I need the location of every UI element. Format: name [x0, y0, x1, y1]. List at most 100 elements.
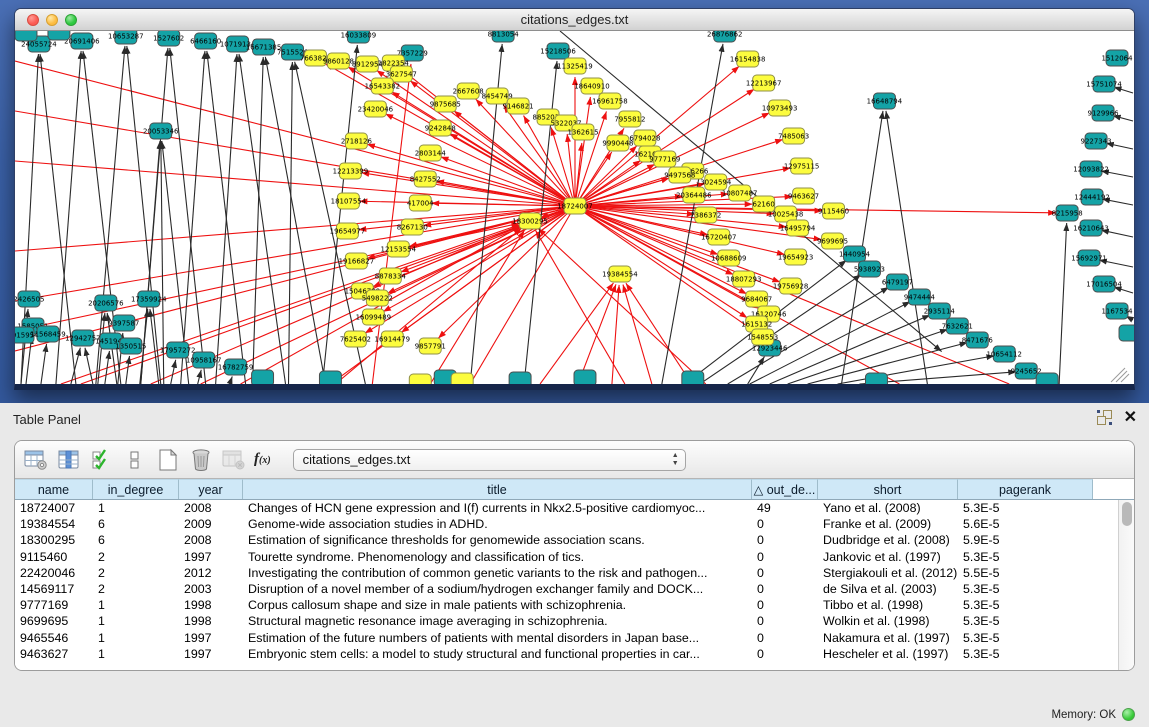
cell-title[interactable]: Estimation of the future numbers of pati…	[243, 630, 752, 646]
cell-short[interactable]: Nakamura et al. (1997)	[818, 630, 958, 646]
column-header-out_de[interactable]: △ out_de...	[752, 479, 818, 499]
function-builder-icon[interactable]: f(x)	[254, 451, 271, 468]
cell-pagerank[interactable]: 5.5E-5	[958, 565, 1093, 581]
cell-in_degree[interactable]: 1	[93, 500, 179, 516]
cell-name[interactable]: 18300295	[15, 532, 93, 548]
cell-title[interactable]: Genome-wide association studies in ADHD.	[243, 516, 752, 532]
network-view-window[interactable]: citations_edges.txt 24055724206914061065…	[14, 8, 1135, 390]
cell-in_degree[interactable]: 6	[93, 516, 179, 532]
table-row[interactable]: 1830029562008Estimation of significance …	[15, 532, 1118, 548]
table-settings-icon[interactable]	[23, 448, 49, 472]
table-body[interactable]: 1872400712008Changes of HCN gene express…	[15, 500, 1118, 671]
cell-short[interactable]: Jankovic et al. (1997)	[818, 549, 958, 565]
close-panel-icon[interactable]: ✕	[1124, 410, 1137, 425]
cell-title[interactable]: Embryonic stem cells: a model to study s…	[243, 646, 752, 662]
column-header-year[interactable]: year	[179, 479, 243, 499]
cell-short[interactable]: de Silva et al. (2003)	[818, 581, 958, 597]
cell-name[interactable]: 22420046	[15, 565, 93, 581]
cell-out_de[interactable]: 0	[752, 565, 818, 581]
cell-year[interactable]: 1997	[179, 549, 243, 565]
cell-name[interactable]: 9115460	[15, 549, 93, 565]
cell-pagerank[interactable]: 5.3E-5	[958, 581, 1093, 597]
new-table-icon[interactable]	[155, 448, 181, 472]
cell-name[interactable]: 9777169	[15, 597, 93, 613]
cell-out_de[interactable]: 0	[752, 646, 818, 662]
select-all-icon[interactable]	[89, 448, 115, 472]
column-header-pagerank[interactable]: pagerank	[958, 479, 1093, 499]
table-row[interactable]: 2242004622012Investigating the contribut…	[15, 565, 1118, 581]
cell-pagerank[interactable]: 5.9E-5	[958, 532, 1093, 548]
column-header-title[interactable]: title	[243, 479, 752, 499]
cell-short[interactable]: Hescheler et al. (1997)	[818, 646, 958, 662]
cell-pagerank[interactable]: 5.6E-5	[958, 516, 1093, 532]
table-row[interactable]: 911546021997Tourette syndrome. Phenomeno…	[15, 549, 1118, 565]
cell-pagerank[interactable]: 5.3E-5	[958, 500, 1093, 516]
cell-pagerank[interactable]: 5.3E-5	[958, 613, 1093, 629]
cell-year[interactable]: 1997	[179, 630, 243, 646]
network-window-titlebar[interactable]: citations_edges.txt	[15, 9, 1134, 31]
citation-network-graph[interactable]: 2405572420691406106532871527602646616010…	[15, 31, 1134, 384]
cell-in_degree[interactable]: 6	[93, 532, 179, 548]
column-header-in_degree[interactable]: in_degree	[93, 479, 179, 499]
cell-pagerank[interactable]: 5.3E-5	[958, 646, 1093, 662]
cell-year[interactable]: 2008	[179, 500, 243, 516]
table-row[interactable]: 969969511998Structural magnetic resonanc…	[15, 613, 1118, 629]
cell-title[interactable]: Investigating the contribution of common…	[243, 565, 752, 581]
float-window-icon[interactable]	[1097, 410, 1112, 425]
cell-short[interactable]: Wolkin et al. (1998)	[818, 613, 958, 629]
memory-status-indicator[interactable]	[1122, 708, 1135, 721]
cell-year[interactable]: 2012	[179, 565, 243, 581]
cell-title[interactable]: Corpus callosum shape and size in male p…	[243, 597, 752, 613]
cell-name[interactable]: 9463627	[15, 646, 93, 662]
cell-out_de[interactable]: 0	[752, 532, 818, 548]
cell-year[interactable]: 2008	[179, 532, 243, 548]
cell-year[interactable]: 2009	[179, 516, 243, 532]
cell-name[interactable]: 19384554	[15, 516, 93, 532]
cell-out_de[interactable]: 0	[752, 549, 818, 565]
cell-in_degree[interactable]: 1	[93, 597, 179, 613]
cell-short[interactable]: Tibbo et al. (1998)	[818, 597, 958, 613]
cell-short[interactable]: Stergiakouli et al. (2012)	[818, 565, 958, 581]
table-row[interactable]: 946362711997Embryonic stem cells: a mode…	[15, 646, 1118, 662]
cell-in_degree[interactable]: 2	[93, 581, 179, 597]
table-selector-dropdown[interactable]: citations_edges.txt ▲▼	[293, 449, 686, 471]
cell-name[interactable]: 14569117	[15, 581, 93, 597]
cell-title[interactable]: Tourette syndrome. Phenomenology and cla…	[243, 549, 752, 565]
cell-year[interactable]: 1997	[179, 646, 243, 662]
cell-out_de[interactable]: 0	[752, 581, 818, 597]
deselect-all-icon[interactable]	[122, 448, 148, 472]
cell-out_de[interactable]: 0	[752, 613, 818, 629]
cell-name[interactable]: 9699695	[15, 613, 93, 629]
table-row[interactable]: 977716911998Corpus callosum shape and si…	[15, 597, 1118, 613]
table-header-row[interactable]: namein_degreeyeartitle△ out_de...shortpa…	[15, 479, 1134, 500]
cell-in_degree[interactable]: 1	[93, 646, 179, 662]
cell-title[interactable]: Changes of HCN gene expression and I(f) …	[243, 500, 752, 516]
cell-in_degree[interactable]: 2	[93, 565, 179, 581]
cell-out_de[interactable]: 0	[752, 516, 818, 532]
table-row[interactable]: 1872400712008Changes of HCN gene express…	[15, 500, 1118, 516]
cell-name[interactable]: 9465546	[15, 630, 93, 646]
cell-pagerank[interactable]: 5.3E-5	[958, 549, 1093, 565]
cell-pagerank[interactable]: 5.3E-5	[958, 630, 1093, 646]
network-canvas[interactable]: 2405572420691406106532871527602646616010…	[15, 31, 1134, 384]
cell-in_degree[interactable]: 1	[93, 630, 179, 646]
column-header-name[interactable]: name	[15, 479, 93, 499]
cell-pagerank[interactable]: 5.3E-5	[958, 597, 1093, 613]
cell-out_de[interactable]: 0	[752, 630, 818, 646]
cell-year[interactable]: 1998	[179, 597, 243, 613]
cell-out_de[interactable]: 49	[752, 500, 818, 516]
table-vertical-scrollbar[interactable]	[1118, 500, 1134, 671]
cell-title[interactable]: Structural magnetic resonance image aver…	[243, 613, 752, 629]
cell-year[interactable]: 2003	[179, 581, 243, 597]
cell-out_de[interactable]: 0	[752, 597, 818, 613]
scrollbar-thumb[interactable]	[1122, 502, 1132, 526]
cell-short[interactable]: Franke et al. (2009)	[818, 516, 958, 532]
column-header-short[interactable]: short	[818, 479, 958, 499]
cell-short[interactable]: Yano et al. (2008)	[818, 500, 958, 516]
table-row[interactable]: 1938455462009Genome-wide association stu…	[15, 516, 1118, 532]
cell-in_degree[interactable]: 2	[93, 549, 179, 565]
cell-year[interactable]: 1998	[179, 613, 243, 629]
column-selector-icon[interactable]	[56, 448, 82, 472]
cell-name[interactable]: 18724007	[15, 500, 93, 516]
cell-short[interactable]: Dudbridge et al. (2008)	[818, 532, 958, 548]
